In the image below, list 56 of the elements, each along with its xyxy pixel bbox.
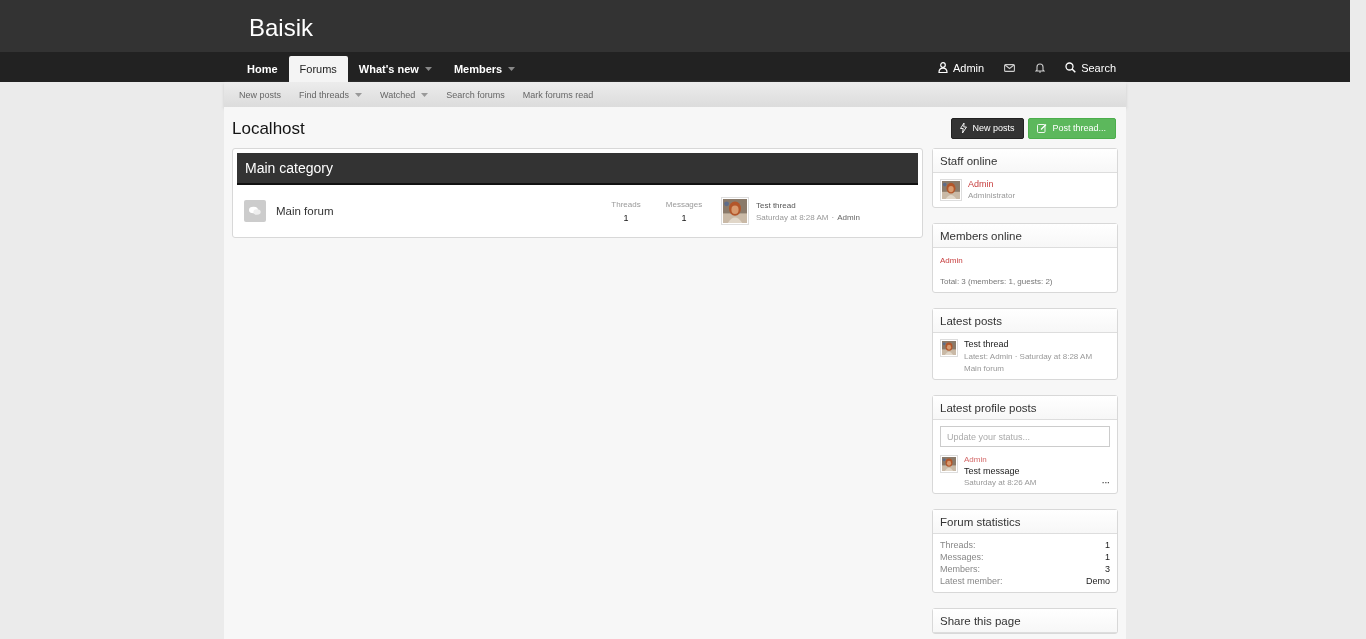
stat-label: Latest member: xyxy=(940,576,1003,586)
stat-value: 3 xyxy=(1105,564,1110,574)
stat-label: Threads xyxy=(611,199,641,209)
stat-label: Members: xyxy=(940,564,980,574)
envelope-icon[interactable] xyxy=(1004,63,1016,72)
user-link[interactable]: Admin xyxy=(837,212,860,222)
user-link[interactable]: Admin xyxy=(968,179,1016,189)
stat-value: 1 xyxy=(681,212,687,223)
online-total: Total: 3 (members: 1, guests: 2) xyxy=(940,277,1054,286)
more-menu[interactable]: ··· xyxy=(1102,478,1110,487)
post-meta: Latest: Admin · Saturday at 8:28 AM xyxy=(964,352,1093,361)
status-field[interactable]: Update your status... xyxy=(940,426,1110,447)
user-icon xyxy=(937,62,948,73)
subnav-link[interactable]: Mark forums read xyxy=(513,89,603,100)
user-link[interactable]: Admin xyxy=(940,256,963,265)
search-link[interactable]: Search xyxy=(1055,61,1126,74)
subnav-link[interactable]: Search forums xyxy=(437,89,514,100)
stat-value: 1 xyxy=(1105,540,1110,550)
pencil-square-icon xyxy=(1037,123,1048,133)
bell-icon[interactable] xyxy=(1035,62,1046,73)
post-date: Saturday at 8:28 AM xyxy=(756,212,829,222)
separator: · xyxy=(831,212,835,222)
block-title: Share this page xyxy=(933,609,1117,633)
thread-link[interactable]: Test thread xyxy=(756,200,860,210)
chat-bubbles-icon xyxy=(244,200,266,222)
stat-label: Messages xyxy=(665,199,703,209)
subnav-link[interactable]: New posts xyxy=(230,89,291,100)
subnav-link[interactable]: Find threads xyxy=(290,89,372,100)
nav-tab[interactable]: Members xyxy=(442,56,527,82)
profile-message: Test message xyxy=(964,466,1021,476)
subnav-link[interactable]: Watched xyxy=(371,89,438,100)
post-date: Saturday at 8:26 AM xyxy=(964,478,1037,487)
account-link[interactable]: Admin xyxy=(927,61,995,74)
user-link[interactable]: Admin xyxy=(964,455,1110,464)
stat-value: 1 xyxy=(623,212,629,223)
block-title: Staff online xyxy=(933,149,1117,173)
search-icon xyxy=(1065,62,1077,73)
stat-value: 1 xyxy=(1105,552,1110,562)
nav-tab[interactable]: Home xyxy=(236,56,289,82)
new-posts-button[interactable]: New posts xyxy=(951,117,1025,139)
thread-link[interactable]: Test thread xyxy=(964,339,1093,349)
nav-tab[interactable]: Forums xyxy=(288,56,348,82)
lightning-icon xyxy=(960,123,968,133)
site-logo[interactable]: Baisik xyxy=(224,0,339,56)
page-title: Localhost xyxy=(232,118,305,139)
stat-label: Messages: xyxy=(940,552,984,562)
block-title: Forum statistics xyxy=(933,510,1117,534)
category-header[interactable]: Main category xyxy=(237,153,918,185)
stat-label: Threads: xyxy=(940,540,976,550)
nav-tab[interactable]: What's new xyxy=(347,56,443,82)
block-title: Latest posts xyxy=(933,309,1117,333)
stat-value: Demo xyxy=(1086,576,1110,586)
forum-title[interactable]: Main forum xyxy=(276,205,597,217)
block-title: Members online xyxy=(933,224,1117,248)
user-role: Administrator xyxy=(968,191,1016,200)
block-title: Latest profile posts xyxy=(933,396,1117,420)
